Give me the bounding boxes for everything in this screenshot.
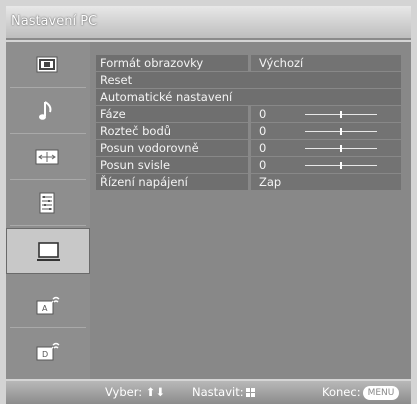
sidebar-item-digital[interactable]: D [6, 328, 90, 374]
analog-tuning-icon: A [36, 296, 60, 315]
sidebar: A D [6, 42, 90, 379]
title-bar: Nastavení PC [6, 6, 411, 40]
phase-slider[interactable] [305, 111, 377, 118]
dot-pitch-slider[interactable] [305, 128, 377, 135]
menu-row-power-management[interactable]: Řízení napájení Zap [96, 174, 401, 190]
digital-tuning-icon: D [36, 342, 60, 361]
picture-icon [36, 56, 58, 73]
select-label: Vyber: [105, 385, 143, 399]
menu-row-dot-pitch[interactable]: Rozteč bodů 0 [96, 123, 401, 139]
slider-thumb[interactable] [340, 128, 342, 135]
h-position-slider[interactable] [305, 145, 377, 152]
footer-exit-hint: Konec: MENU [322, 381, 400, 404]
row-label: Řízení napájení [96, 174, 248, 190]
sidebar-item-screen[interactable] [6, 134, 90, 180]
sidebar-item-analog[interactable]: A [6, 282, 90, 328]
row-value: Zap [251, 174, 401, 190]
menu-row-screen-format[interactable]: Formát obrazovky Výchozí [96, 55, 401, 71]
settings-list-icon [39, 192, 55, 214]
menu-row-auto-adjust[interactable]: Automatické nastavení [96, 89, 401, 105]
footer-set-hint: Nastavit: [192, 381, 255, 404]
footer-select-hint: Vyber: ⬆⬇ [105, 381, 165, 404]
settings-list: Formát obrazovky Výchozí Reset Automatic… [96, 55, 401, 191]
v-position-slider[interactable] [305, 162, 377, 169]
row-label: Rozteč bodů [96, 123, 248, 139]
up-arrow-icon: ⬆ [145, 385, 156, 399]
menu-row-h-position[interactable]: Posun vodorovně 0 [96, 140, 401, 156]
down-arrow-icon: ⬇ [155, 385, 166, 399]
enter-button-icon [245, 388, 255, 397]
svg-text:D: D [42, 350, 48, 359]
sidebar-item-settings[interactable] [6, 180, 90, 226]
tv-screen: Nastavení PC A D Formát obrazovky Výchoz… [0, 0, 417, 404]
slider-thumb[interactable] [340, 145, 342, 152]
footer-hint-bar: Vyber: ⬆⬇ Nastavit: Konec: MENU [6, 381, 411, 404]
menu-row-reset[interactable]: Reset [96, 72, 401, 88]
row-value: Výchozí [251, 55, 401, 71]
menu-key-badge: MENU [362, 386, 400, 400]
page-title: Nastavení PC [11, 14, 98, 29]
screen-icon [35, 149, 59, 165]
slider-thumb[interactable] [340, 162, 342, 169]
menu-row-phase[interactable]: Fáze 0 [96, 106, 401, 122]
row-label: Automatické nastavení [96, 89, 401, 105]
svg-text:A: A [42, 304, 48, 313]
sidebar-item-sound[interactable] [6, 88, 90, 134]
sound-icon [39, 101, 52, 120]
row-label: Reset [96, 72, 401, 88]
slider-thumb[interactable] [340, 111, 342, 118]
exit-label: Konec: [322, 385, 361, 399]
row-label: Fáze [96, 106, 248, 122]
row-label: Posun svisle [96, 157, 248, 173]
menu-row-v-position[interactable]: Posun svisle 0 [96, 157, 401, 173]
sidebar-item-picture[interactable] [6, 42, 90, 88]
row-label: Formát obrazovky [96, 55, 248, 71]
set-label: Nastavit: [192, 385, 244, 399]
sidebar-item-pc[interactable] [6, 228, 90, 274]
row-label: Posun vodorovně [96, 140, 248, 156]
pc-monitor-icon [37, 242, 60, 261]
